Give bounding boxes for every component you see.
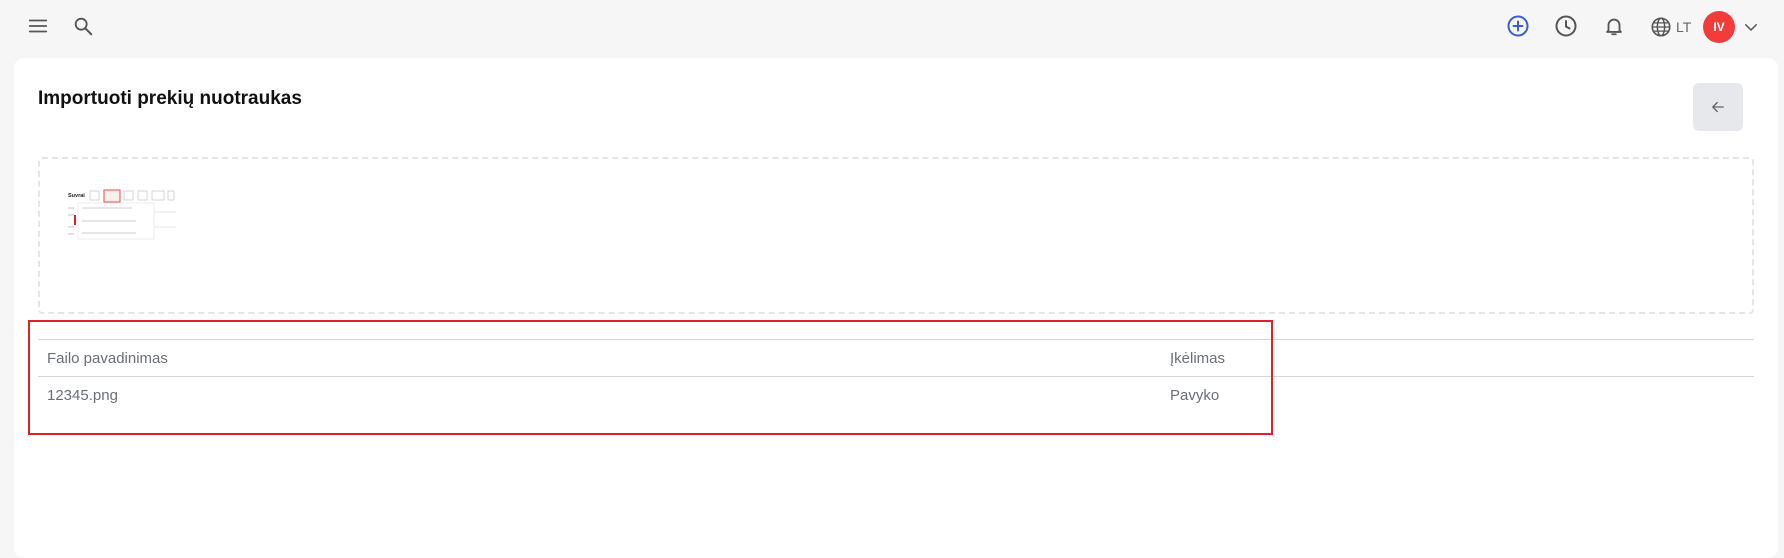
upload-status-cell: Pavyko xyxy=(1170,387,1220,404)
search-button[interactable] xyxy=(68,11,98,41)
history-button[interactable] xyxy=(1551,11,1581,41)
account-menu-button[interactable] xyxy=(1736,12,1766,42)
column-header-file-name: Failo pavadinimas xyxy=(47,350,168,367)
bell-icon xyxy=(1606,18,1622,36)
avatar[interactable]: IV xyxy=(1703,11,1735,43)
search-icon xyxy=(74,17,93,36)
notifications-button[interactable] xyxy=(1599,11,1629,41)
add-button[interactable] xyxy=(1503,11,1533,41)
import-card: Importuoti prekių nuotraukas Suvrai Fail… xyxy=(14,58,1778,558)
language-switcher[interactable]: LT xyxy=(1650,13,1691,41)
language-code: LT xyxy=(1676,19,1692,35)
thumbnail-label: Suvrai xyxy=(68,193,85,199)
plus-circle-icon xyxy=(1507,15,1529,37)
back-button[interactable] xyxy=(1693,83,1743,131)
clock-icon xyxy=(1555,15,1577,37)
table-row: 12345.png Pavyko xyxy=(38,377,1754,415)
uploaded-image-thumbnail: Suvrai xyxy=(68,187,192,251)
chevron-down-icon xyxy=(1745,24,1757,31)
top-bar: LT IV xyxy=(0,0,1784,54)
column-header-upload-status: Įkėlimas xyxy=(1170,350,1226,367)
menu-button[interactable] xyxy=(23,11,53,41)
arrow-left-icon xyxy=(1712,101,1724,113)
file-dropzone[interactable]: Suvrai xyxy=(38,157,1754,314)
avatar-initials: IV xyxy=(1713,20,1725,34)
globe-icon xyxy=(1651,17,1671,37)
page-title: Importuoti prekių nuotraukas xyxy=(38,88,302,109)
upload-results-table: Failo pavadinimas Įkėlimas 12345.png Pav… xyxy=(38,339,1754,415)
thumbnail-preview: Suvrai xyxy=(68,187,192,251)
menu-icon xyxy=(28,19,48,33)
table-header-row: Failo pavadinimas Įkėlimas xyxy=(38,339,1754,377)
file-name-cell: 12345.png xyxy=(47,387,118,404)
